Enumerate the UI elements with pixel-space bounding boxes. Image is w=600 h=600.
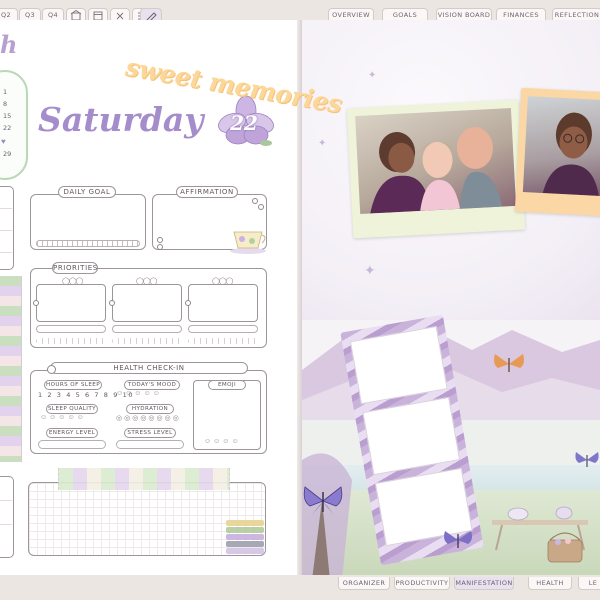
- picnic-table-icon: [492, 506, 588, 563]
- sleep-quality-label: SLEEP QUALITY: [46, 404, 98, 414]
- affirmation-label: AFFIRMATION: [176, 186, 238, 198]
- priority-checkbox[interactable]: [33, 300, 39, 306]
- tab-le[interactable]: LE: [578, 577, 600, 590]
- emoji-faces-icon[interactable]: ☺☺☺☺: [204, 438, 241, 445]
- todays-mood-label: TODAY'S MOOD: [124, 380, 180, 390]
- butterfly-icon: [494, 354, 524, 374]
- floral-washi-tape: [58, 468, 230, 490]
- daily-goal-progress[interactable]: [36, 240, 140, 247]
- priority-note-3[interactable]: [188, 325, 258, 333]
- floral-washi-strip: [0, 276, 22, 462]
- butterfly-icon: [303, 486, 343, 515]
- tab-manifestation[interactable]: MANIFESTATION: [454, 577, 514, 590]
- planner-spread: Q2 Q3 Q4 OVERVIEW GOALS VISION BOARD FIN…: [0, 0, 600, 600]
- divider: [0, 230, 12, 231]
- stress-level-field[interactable]: [116, 440, 184, 449]
- energy-level-field[interactable]: [38, 440, 106, 449]
- priority-note-1[interactable]: [36, 325, 106, 333]
- heart-icon: ♥: [1, 137, 6, 146]
- daily-goal-label: DAILY GOAL: [58, 186, 116, 198]
- priority-checkbox[interactable]: [109, 300, 115, 306]
- priority-scale-1: [36, 338, 106, 344]
- affirmation-dot: [258, 204, 264, 210]
- mini-calendar-day[interactable]: 22: [3, 124, 11, 132]
- left-edge-list[interactable]: [0, 186, 14, 270]
- books-icon: [226, 520, 264, 555]
- affirmation-dot: [252, 198, 258, 204]
- mini-calendar-day[interactable]: 29: [3, 150, 11, 158]
- tab-productivity[interactable]: PRODUCTIVITY: [394, 577, 450, 590]
- priority-card-1[interactable]: [36, 284, 106, 322]
- sleep-quality-faces-icon[interactable]: ☺☺☺☺☺: [40, 414, 86, 421]
- left-edge-list-lower[interactable]: [0, 476, 14, 558]
- priority-note-2[interactable]: [112, 325, 182, 333]
- mini-calendar-day[interactable]: 8: [3, 100, 7, 108]
- affirmation-dot: [157, 237, 163, 243]
- couple-photo-figures: [542, 112, 599, 196]
- sparkle-icon: ✦: [318, 138, 327, 149]
- affirmation-dot: [157, 244, 163, 250]
- mini-calendar-day[interactable]: 15: [3, 112, 11, 120]
- sparkle-icon: ✦: [364, 262, 376, 278]
- divider: [0, 524, 12, 525]
- energy-level-label: ENERGY LEVEL: [46, 428, 98, 438]
- stress-level-label: STRESS LEVEL: [124, 428, 176, 438]
- priorities-label: PRIORITIES: [52, 262, 98, 274]
- sparkle-icon: ✦: [368, 70, 377, 81]
- hydration-label: HYDRATION: [126, 404, 174, 414]
- water-glasses-icon[interactable]: ◎◎◎◎◎◎◎◎: [116, 414, 181, 422]
- priority-checkbox[interactable]: [185, 300, 191, 306]
- tab-health[interactable]: HEALTH: [528, 577, 572, 590]
- mood-faces-icon[interactable]: ☺☺☺☺☺: [116, 390, 162, 397]
- divider: [0, 252, 12, 253]
- photo-strip-slot-2[interactable]: [362, 396, 461, 476]
- day-title: Saturday: [38, 100, 204, 139]
- photo-strip-slot-1[interactable]: [349, 326, 448, 405]
- priority-card-2[interactable]: [112, 284, 182, 322]
- tab-organizer[interactable]: ORGANIZER: [338, 577, 390, 590]
- divider: [0, 500, 12, 501]
- month-title: h: [0, 30, 18, 59]
- family-photo[interactable]: [355, 107, 517, 215]
- emoji-label: EMOJI: [208, 380, 246, 390]
- mini-calendar-day[interactable]: 1: [3, 88, 7, 96]
- photo-frame-family[interactable]: [346, 99, 526, 239]
- health-checkin-label: HEALTH CHECK-IN: [50, 362, 248, 374]
- butterfly-icon: [444, 531, 472, 548]
- teacup-icon: [230, 231, 266, 254]
- photo-frame-couple[interactable]: [514, 87, 600, 217]
- priority-scale-2: [112, 338, 182, 344]
- butterfly-icon: [575, 452, 599, 467]
- date-number: 22: [230, 111, 258, 135]
- hours-of-sleep-label: HOURS OF SLEEP: [44, 380, 102, 390]
- couple-photo[interactable]: [522, 96, 600, 197]
- face-icon: [47, 365, 56, 374]
- family-photo-figures: [370, 126, 503, 214]
- divider: [0, 208, 12, 209]
- priority-scale-3: [188, 338, 258, 344]
- priority-card-3[interactable]: [188, 284, 258, 322]
